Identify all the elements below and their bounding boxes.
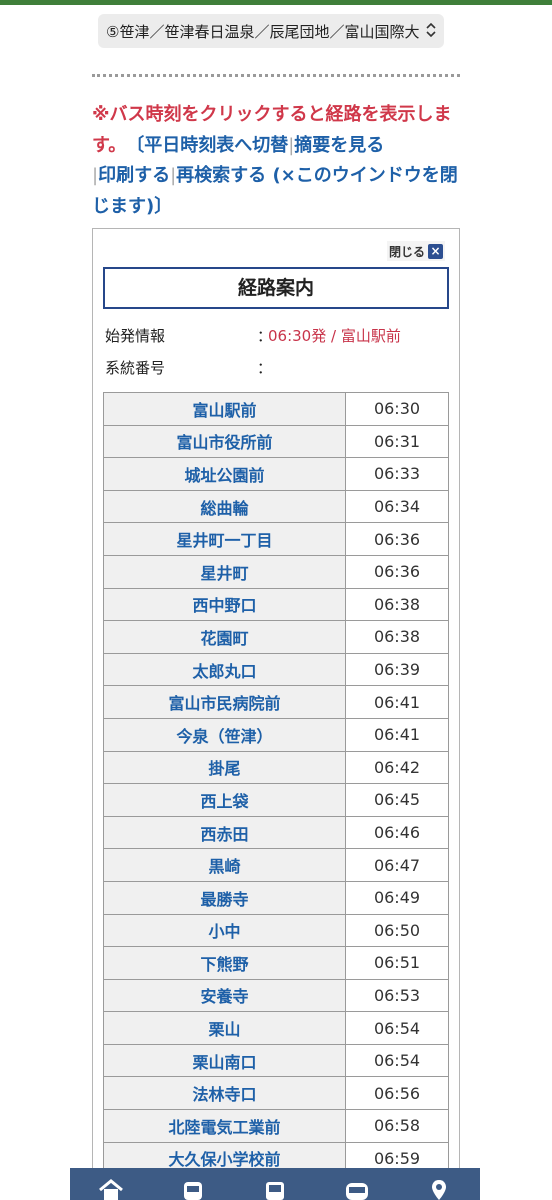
table-row: 総曲輪 06:34 [103, 489, 449, 524]
route-guide-panel: 閉じる × 経路案内 始発情報 ： 06:30発 / 富山駅前 系統番号 ： 富… [92, 228, 460, 1200]
stop-time: 06:31 [345, 424, 449, 459]
stop-name[interactable]: 小中 [103, 913, 346, 948]
stop-time: 06:49 [345, 880, 449, 915]
bottom-nav [70, 1168, 480, 1200]
bus-icon[interactable] [260, 1174, 290, 1200]
stop-time: 06:50 [345, 913, 449, 948]
stop-time: 06:39 [345, 652, 449, 687]
stop-name[interactable]: 北陸電気工業前 [103, 1109, 346, 1143]
table-row: 掛尾 06:42 [103, 750, 449, 785]
stop-name[interactable]: 星井町一丁目 [103, 522, 346, 556]
table-row: 栗山 06:54 [103, 1011, 449, 1045]
stop-time: 06:30 [345, 392, 449, 426]
stop-name[interactable]: 星井町 [103, 554, 346, 589]
stop-name[interactable]: 法林寺口 [103, 1076, 346, 1111]
stop-name[interactable]: 西中野口 [103, 587, 346, 622]
stop-name[interactable]: 最勝寺 [103, 880, 346, 915]
close-icon: × [428, 243, 444, 259]
stop-name[interactable]: 富山市民病院前 [103, 685, 346, 719]
table-row: 下熊野 06:51 [103, 946, 449, 980]
stop-name[interactable]: 栗山 [103, 1011, 346, 1045]
top-accent-bar [0, 0, 552, 5]
stop-time: 06:54 [345, 1043, 449, 1078]
stop-time: 06:58 [345, 1109, 449, 1143]
table-row: 富山市役所前 06:31 [103, 424, 449, 459]
stop-time: 06:53 [345, 978, 449, 1013]
link-view-summary[interactable]: 摘要を見る [294, 135, 384, 156]
table-row: 星井町 06:36 [103, 554, 449, 589]
table-row: 西赤田 06:46 [103, 815, 449, 850]
stop-name[interactable]: 西上袋 [103, 783, 346, 817]
table-row: 花園町 06:38 [103, 620, 449, 654]
stop-time: 06:41 [345, 685, 449, 719]
stop-time: 06:36 [345, 554, 449, 589]
stop-name[interactable]: 総曲輪 [103, 489, 346, 524]
stop-time: 06:45 [345, 783, 449, 817]
stop-name[interactable]: 富山市役所前 [103, 424, 346, 459]
stop-name[interactable]: 下熊野 [103, 946, 346, 980]
stop-name[interactable]: 今泉（笹津） [103, 717, 346, 752]
stop-name[interactable]: 安養寺 [103, 978, 346, 1013]
table-row: 今泉（笹津） 06:41 [103, 717, 449, 752]
table-row: 富山市民病院前 06:41 [103, 685, 449, 719]
stop-name[interactable]: 花園町 [103, 620, 346, 654]
map-pin-icon[interactable] [424, 1174, 454, 1200]
bracket-close: 〕 [154, 195, 173, 217]
stop-name[interactable]: 城址公園前 [103, 457, 346, 491]
table-row: 最勝寺 06:49 [103, 880, 449, 915]
table-row: 西中野口 06:38 [103, 587, 449, 622]
route-number-label: 系統番号 [105, 359, 166, 377]
stop-time: 06:47 [345, 848, 449, 882]
stop-time: 06:36 [345, 522, 449, 556]
link-print[interactable]: 印刷する [98, 165, 170, 186]
table-row: 小中 06:50 [103, 913, 449, 948]
stop-name[interactable]: 掛尾 [103, 750, 346, 785]
chevron-updown-icon [426, 22, 436, 40]
panel-title: 経路案内 [103, 267, 449, 309]
table-row: 栗山南口 06:54 [103, 1043, 449, 1078]
close-button-label: 閉じる [389, 244, 426, 259]
stop-time-table: 富山駅前 06:30 富山市役所前 06:31 城址公園前 06:33 総曲輪 06:34 星井… [103, 392, 449, 1176]
home-icon[interactable] [96, 1174, 126, 1200]
link-research[interactable]: 再検索する [176, 165, 266, 186]
stop-time: 06:38 [345, 620, 449, 654]
stop-time: 06:33 [345, 457, 449, 491]
table-row: 太郎丸口 06:39 [103, 652, 449, 687]
stop-time: 06:54 [345, 1011, 449, 1045]
link-weekday-timetable[interactable]: 平日時刻表へ切替 [144, 135, 288, 156]
stop-time: 06:46 [345, 815, 449, 850]
table-row: 富山駅前 06:30 [103, 392, 449, 426]
table-row: 北陸電気工業前 06:58 [103, 1109, 449, 1143]
stop-time: 06:56 [345, 1076, 449, 1111]
route-select[interactable]: ⑤笹津／笹津春日温泉／辰尾団地／富山国際大 [98, 14, 444, 48]
stop-time: 06:38 [345, 587, 449, 622]
stop-time: 06:51 [345, 946, 449, 980]
route-number-colon: ： [257, 359, 273, 377]
table-row: 星井町一丁目 06:36 [103, 522, 449, 556]
close-button[interactable]: 閉じる × [387, 241, 446, 261]
stop-name[interactable]: 富山駅前 [103, 392, 346, 426]
bus-front-icon[interactable] [178, 1174, 208, 1200]
table-row: 黒崎 06:47 [103, 848, 449, 882]
table-row: 城址公園前 06:33 [103, 457, 449, 491]
table-row: 安養寺 06:53 [103, 978, 449, 1013]
route-select-value: ⑤笹津／笹津春日温泉／辰尾団地／富山国際大 [106, 22, 420, 41]
table-row: 法林寺口 06:56 [103, 1076, 449, 1111]
stop-name[interactable]: 太郎丸口 [103, 652, 346, 687]
notice-block: ※バス時刻をクリックすると経路を表示します。 〔平日時刻表へ切替|摘要を見る |印… [92, 100, 462, 222]
stop-name[interactable]: 西赤田 [103, 815, 346, 850]
stop-time: 06:42 [345, 750, 449, 785]
stop-name[interactable]: 栗山南口 [103, 1043, 346, 1078]
origin-label: 始発情報 [105, 327, 166, 345]
bracket-open: 〔 [135, 134, 145, 156]
origin-value: 06:30発 / 富山駅前 [268, 327, 401, 345]
table-row: 西上袋 06:45 [103, 783, 449, 817]
stop-time: 06:34 [345, 489, 449, 524]
stop-name[interactable]: 黒崎 [103, 848, 346, 882]
stop-time: 06:41 [345, 717, 449, 752]
coach-icon[interactable] [342, 1174, 372, 1200]
dotted-divider [92, 74, 460, 77]
